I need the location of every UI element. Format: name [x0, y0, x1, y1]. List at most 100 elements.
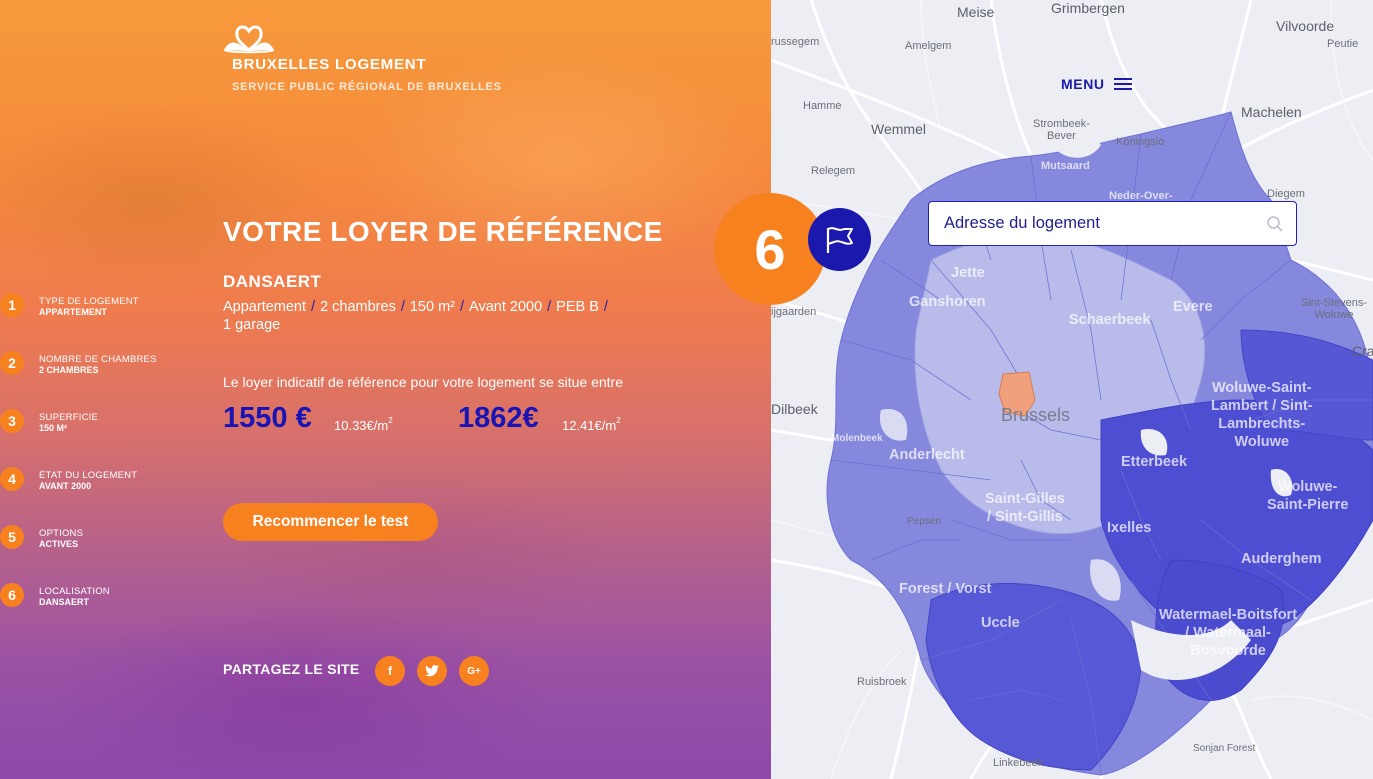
address-input[interactable] — [929, 214, 1249, 233]
map-label-mutsaard: Mutsaard — [1041, 160, 1090, 172]
step-value: APPARTEMENT — [39, 307, 107, 317]
heart-logo-icon — [223, 25, 275, 54]
step-value: ACTIVES — [39, 539, 79, 549]
step-type-logement[interactable]: 1 TYPE DE LOGEMENT APPARTEMENT — [0, 292, 180, 324]
result-panel: BRUXELLES LOGEMENT SERVICE PUBLIC RÉGION… — [0, 0, 771, 779]
step-localisation[interactable]: 6 LOCALISATION DANSAERT — [0, 582, 180, 614]
flag-button[interactable] — [808, 208, 871, 271]
map-label-auderghem: Auderghem — [1241, 551, 1322, 567]
map-label-wemmel: Wemmel — [871, 121, 926, 137]
area-name: DANSAERT — [223, 272, 322, 291]
max-price-per-m2: 12.41€/m2 — [562, 416, 621, 433]
map-label-watermael: Watermael-Boitsfort / Watermaal- Bosvoor… — [1159, 607, 1298, 659]
map-label-strombeek: Strombeek- Bever — [1033, 118, 1090, 142]
step-value: 150 M² — [39, 423, 68, 433]
map-label-meise: Meise — [957, 4, 995, 20]
map-label-ganshoren: Ganshoren — [909, 294, 986, 310]
menu-label: MENU — [1061, 76, 1105, 92]
search-icon[interactable] — [1266, 215, 1284, 233]
step-options[interactable]: 5 OPTIONS ACTIVES — [0, 524, 180, 556]
map-label-grimbergen: Grimbergen — [1051, 0, 1125, 16]
housing-specs: Appartement/2 chambres/150 m² / Avant 2000… — [223, 298, 663, 334]
map-label-cra: Cra — [1352, 343, 1373, 359]
step-value: AVANT 2000 — [39, 481, 92, 491]
spec-separator: / — [311, 299, 316, 315]
step-number: 1 — [0, 293, 24, 317]
spec-item: 1 garage — [223, 317, 281, 333]
twitter-share-button[interactable] — [417, 656, 447, 686]
brand-subtitle: SERVICE PUBLIC RÉGIONAL DE BRUXELLES — [232, 81, 502, 93]
map-label-sonjan-forest: Sonjan Forest — [1193, 743, 1256, 754]
spec-separator: / — [603, 299, 608, 315]
step-number: 2 — [0, 351, 24, 375]
map-label-brussels: Brussels — [1001, 405, 1071, 425]
address-search[interactable] — [928, 201, 1297, 246]
map-label-brussegem: russegem — [771, 36, 820, 48]
google-plus-icon: G+ — [467, 665, 481, 677]
map-label-linkebeek: Linkebeek — [993, 757, 1044, 769]
map-label-hamme: Hamme — [803, 100, 842, 112]
menu-button[interactable]: MENU — [1061, 76, 1132, 92]
min-price-per-m2: 10.33€/m2 — [334, 416, 393, 433]
result-title: VOTRE LOYER DE RÉFÉRENCE — [223, 216, 663, 247]
step-number: 3 — [0, 409, 24, 433]
map-label-machelen: Machelen — [1241, 104, 1302, 120]
min-price: 1550 € — [223, 402, 312, 434]
spec-item: 150 m² — [409, 299, 455, 315]
step-number: 5 — [0, 525, 24, 549]
map-label-relegem: Relegem — [811, 165, 856, 177]
map-label-ijgaarden: ijgaarden — [771, 306, 817, 318]
map-label-jette: Jette — [951, 265, 985, 281]
map-label-vilvoorde: Vilvoorde — [1276, 18, 1335, 34]
rent-map[interactable]: Meise Grimbergen Vilvoorde russegem Amel… — [771, 0, 1373, 779]
map-label-molenbeek: Molenbeek — [831, 433, 883, 444]
spec-separator: / — [460, 299, 465, 315]
step-label: NOMBRE DE CHAMBRES — [39, 354, 157, 365]
step-value: DANSAERT — [39, 597, 90, 607]
step-label: TYPE DE LOGEMENT — [39, 296, 139, 307]
hamburger-icon — [1113, 78, 1132, 90]
map-label-forest: Forest / Vorst — [899, 581, 992, 597]
max-price: 1862€ — [458, 402, 539, 434]
spec-item: Appartement — [223, 299, 307, 315]
share-label: PARTAGEZ LE SITE — [223, 661, 360, 677]
map-label-uccle: Uccle — [981, 615, 1020, 631]
map-label-koningslo: Koningslo — [1116, 136, 1165, 148]
twitter-icon — [425, 665, 439, 677]
price-intro: Le loyer indicatif de référence pour vot… — [223, 374, 624, 390]
map-label-sint-stevens: Sint-Stevens- Woluwe — [1301, 297, 1368, 321]
spec-item: Avant 2000 — [469, 299, 543, 315]
map-label-peutie: Peutie — [1327, 38, 1359, 50]
map-label-ixelles: Ixelles — [1107, 520, 1152, 536]
google-plus-share-button[interactable]: G+ — [459, 656, 489, 686]
step-etat[interactable]: 4 ÉTAT DU LOGEMENT AVANT 2000 — [0, 466, 180, 498]
map-label-woluwe-saint-pierre: Woluwe- Saint-Pierre — [1267, 479, 1349, 513]
facebook-share-button[interactable]: f — [375, 656, 405, 686]
spec-item: 2 chambres — [320, 299, 396, 315]
map-label-pepsen: Pepsen — [907, 516, 941, 527]
map-label-evere: Evere — [1173, 299, 1213, 315]
map-label-saint-gilles: Saint-Gilles / Sint-Gillis — [985, 491, 1065, 525]
step-label: SUPERFICIE — [39, 412, 99, 423]
flag-icon — [826, 226, 853, 253]
spec-item: PEB B — [556, 299, 599, 315]
map-label-diegem: Diegem — [1267, 188, 1305, 200]
restart-test-button[interactable]: Recommencer le test — [223, 503, 438, 541]
spec-separator: / — [547, 299, 552, 315]
step-label: OPTIONS — [39, 528, 84, 539]
step-label: ÉTAT DU LOGEMENT — [39, 470, 138, 481]
map-label-woluwe-saint-lambert: Woluwe-Saint- Lambert / Sint- Lambrechts… — [1211, 380, 1313, 450]
brand-title: BRUXELLES LOGEMENT — [232, 56, 427, 73]
spec-separator: / — [400, 299, 405, 315]
map-label-etterbeek: Etterbeek — [1121, 454, 1188, 470]
step-superficie[interactable]: 3 SUPERFICIE 150 M² — [0, 408, 180, 440]
step-chambres[interactable]: 2 NOMBRE DE CHAMBRES 2 CHAMBRES — [0, 350, 180, 382]
map-label-dilbeek: Dilbeek — [771, 401, 818, 417]
map-label-ruisbroek: Ruisbroek — [857, 676, 907, 688]
step-label: LOCALISATION — [39, 586, 110, 597]
map-label-amelgem: Amelgem — [905, 40, 952, 52]
facebook-icon: f — [388, 664, 392, 678]
map-label-schaerbeek: Schaerbeek — [1069, 312, 1151, 328]
step-value: 2 CHAMBRES — [39, 365, 99, 375]
step-number: 4 — [0, 467, 24, 491]
